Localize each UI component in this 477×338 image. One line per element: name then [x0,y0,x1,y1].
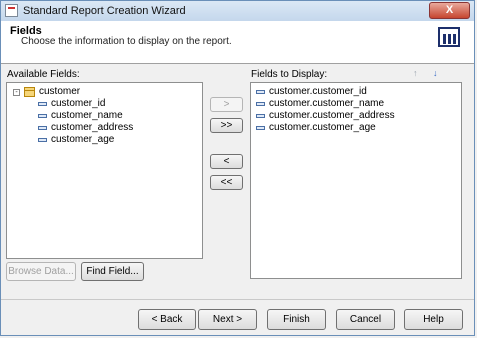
field-icon [38,126,47,130]
report-columns-icon [438,27,460,47]
tree-node-customer[interactable]: customer [39,86,80,98]
available-fields-label: Available Fields: [7,69,80,80]
field-icon [38,138,47,142]
fields-to-display-label: Fields to Display: [251,69,328,80]
footer-divider [1,299,474,300]
window-title: Standard Report Creation Wizard [23,5,186,17]
remove-field-button[interactable]: < [210,154,243,169]
wizard-header: Fields Choose the information to display… [1,21,474,64]
available-field-item[interactable]: customer_name [51,110,123,122]
close-button[interactable]: X [429,2,470,19]
field-icon [256,114,265,118]
field-icon [38,114,47,118]
next-button[interactable]: Next > [198,309,257,330]
display-field-item[interactable]: customer.customer_name [269,98,384,110]
app-icon [5,4,18,17]
up-arrow-icon[interactable]: ↑ [413,68,418,78]
step-subtitle: Choose the information to display on the… [21,36,232,47]
wizard-window: Standard Report Creation Wizard X Fields… [0,0,475,336]
available-field-item[interactable]: customer_id [51,98,105,110]
available-field-item[interactable]: customer_address [51,122,133,134]
field-icon [38,102,47,106]
cancel-button[interactable]: Cancel [336,309,395,330]
title-bar[interactable]: Standard Report Creation Wizard X [1,1,474,22]
add-field-button[interactable]: > [210,97,243,112]
available-fields-list[interactable]: - customer customer_id customer_name cus… [6,82,203,259]
field-icon [256,126,265,130]
display-field-item[interactable]: customer.customer_address [269,110,395,122]
available-field-item[interactable]: customer_age [51,134,114,146]
table-icon [24,87,35,97]
fields-to-display-list[interactable]: customer.customer_id customer.customer_n… [250,82,462,279]
remove-all-fields-button[interactable]: << [210,175,243,190]
field-icon [256,90,265,94]
collapse-icon[interactable]: - [13,89,20,96]
down-arrow-icon[interactable]: ↓ [433,68,438,78]
browse-data-button[interactable]: Browse Data... [6,262,76,281]
help-button[interactable]: Help [404,309,463,330]
display-field-item[interactable]: customer.customer_age [269,122,376,134]
field-icon [256,102,265,106]
add-all-fields-button[interactable]: >> [210,118,243,133]
display-field-item[interactable]: customer.customer_id [269,86,367,98]
find-field-button[interactable]: Find Field... [81,262,144,281]
finish-button[interactable]: Finish [267,309,326,330]
back-button[interactable]: < Back [138,309,196,330]
